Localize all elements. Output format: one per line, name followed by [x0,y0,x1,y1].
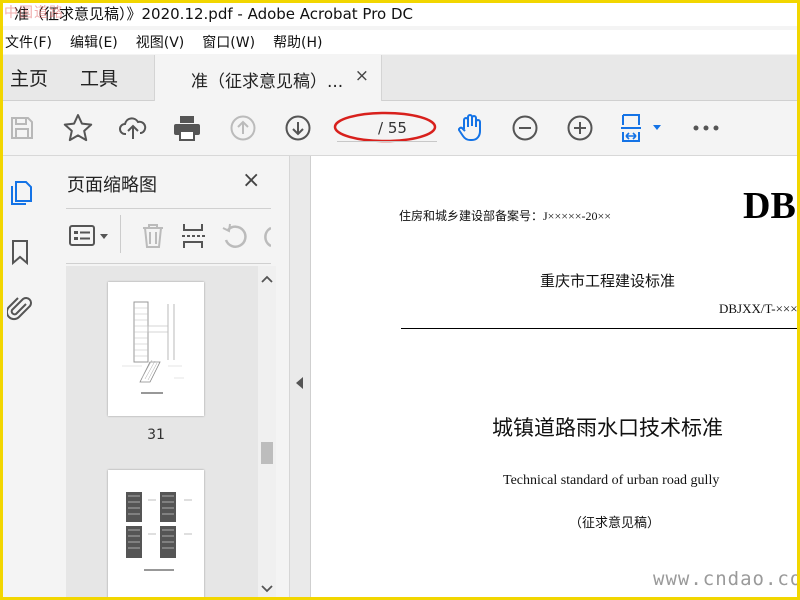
page-up-icon[interactable] [227,112,259,144]
collapse-arrow-icon[interactable] [290,373,310,393]
hand-icon[interactable] [454,112,486,144]
toolbar-divider [120,215,121,253]
scroll-down-icon[interactable] [258,582,276,596]
document-title-cn: 城镇道路雨水口技术标准 [492,416,723,440]
menu-bar: 文件(F) 编辑(E) 视图(V) 窗口(W) 帮助(H) [0,30,800,54]
thumbnail-scrollbar[interactable] [258,266,276,600]
standard-code: DBJXX/T-××× [719,301,798,316]
navigation-rail [0,156,49,600]
page-thumbnail[interactable] [108,470,204,600]
page-input-underline [337,141,437,142]
thumbnail-page-number: 31 [147,427,165,443]
tab-document[interactable]: 准（征求意见稿）... × [154,55,382,101]
panel-title: 页面缩略图 [67,175,157,196]
document-title-en: Technical standard of urban road gully [503,473,720,488]
document-page: 住房和城乡建设部备案号：J×××××-20×× DB 重庆市工程建设标准 DBJ… [311,156,800,600]
menu-edit[interactable]: 编辑(E) [70,32,118,52]
page-thumbnail[interactable] [108,282,204,416]
save-icon[interactable] [6,112,38,144]
title-bar: 准（征求意见稿）》2020.12.pdf - Adobe Acrobat Pro… [0,0,800,26]
watermark-logo: 中国道路 [4,5,64,21]
header-rule [401,328,800,329]
rotate-clockwise-icon[interactable] [260,222,271,254]
close-tab-icon[interactable]: × [355,66,369,86]
menu-file[interactable]: 文件(F) [5,32,52,52]
close-panel-icon[interactable]: × [242,168,260,193]
zoom-in-icon[interactable] [564,112,596,144]
toolbar: / 55 [0,101,800,156]
thumbnail-list: 31 [66,266,260,600]
fit-width-icon[interactable] [618,112,666,144]
draft-note: （征求意见稿） [569,515,661,530]
highlight-ellipse [333,111,437,143]
watermark-url: www.cndao.com [653,568,800,590]
upload-icon[interactable] [117,112,149,144]
star-icon[interactable] [62,112,94,144]
standard-prefix: DB [743,185,796,227]
bookmark-icon[interactable] [6,238,34,266]
more-icon[interactable] [690,112,722,144]
scrollbar-thumb[interactable] [261,442,273,464]
menu-view[interactable]: 视图(V) [136,32,185,52]
options-menu-icon[interactable] [68,223,112,253]
panel-collapse-strip[interactable] [290,156,311,600]
window-title: 准（征求意见稿）》2020.12.pdf - Adobe Acrobat Pro… [14,5,413,23]
tab-home[interactable]: 主页 [10,64,48,91]
scroll-up-icon[interactable] [258,272,276,286]
pages-icon[interactable] [6,178,34,206]
attachment-icon[interactable] [6,294,34,322]
page-down-icon[interactable] [282,112,314,144]
page-navigator: / 55 [333,111,438,144]
tab-tools[interactable]: 工具 [80,64,118,91]
print-icon[interactable] [171,112,203,144]
tab-bar: 主页 工具 准（征求意见稿）... × [0,55,800,101]
menu-help[interactable]: 帮助(H) [273,32,322,52]
thumbnail-panel: 页面缩略图 × 31 [48,156,290,600]
issuing-body: 重庆市工程建设标准 [540,274,676,290]
insert-page-icon[interactable] [180,222,208,254]
thumbnail-drawing [126,492,192,571]
menu-window[interactable]: 窗口(W) [202,32,255,52]
rotate-icon[interactable] [221,222,249,254]
record-number: 住房和城乡建设部备案号：J×××××-20×× [399,209,612,223]
zoom-out-icon[interactable] [509,112,541,144]
delete-icon[interactable] [140,222,166,254]
thumbnail-toolbar [66,208,271,264]
thumbnail-drawing [122,301,184,394]
tab-document-label: 准（征求意见稿）... [191,72,344,92]
